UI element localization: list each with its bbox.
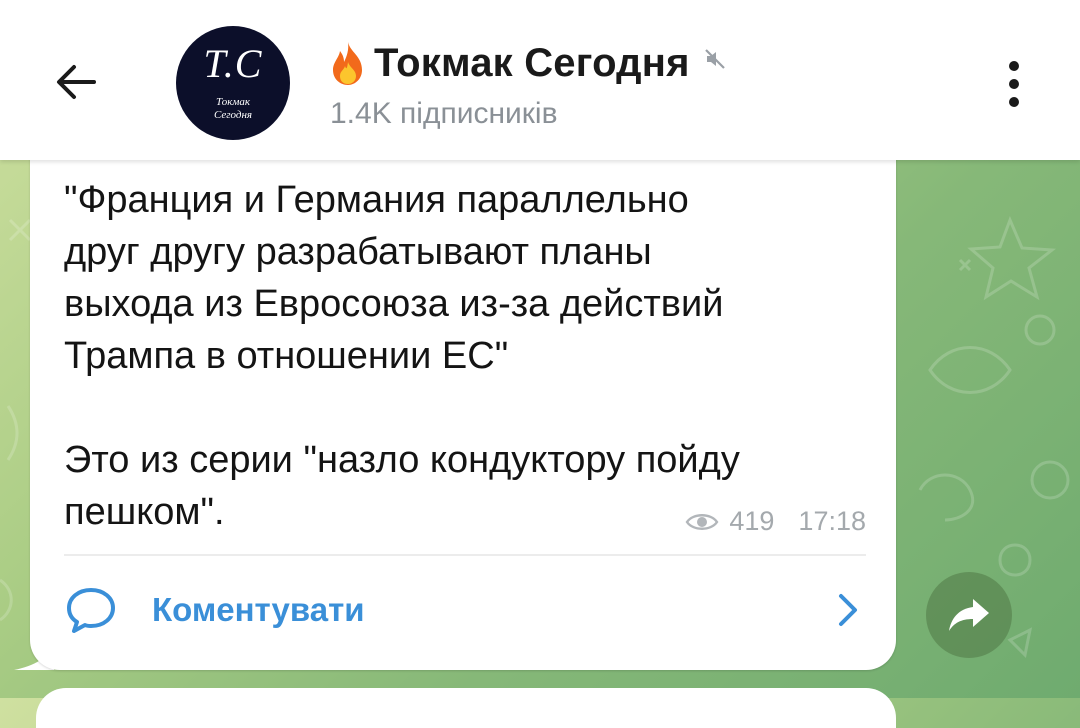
back-arrow-icon: [57, 65, 96, 99]
view-count: 419: [729, 506, 775, 536]
eye-icon: [685, 513, 719, 530]
avatar-caption-line1: Токмак: [215, 96, 251, 108]
share-forward-icon: [949, 599, 989, 631]
comment-label: Коментувати: [152, 591, 365, 628]
message-bubble[interactable]: "Франция и Германия параллельно друг дру…: [30, 150, 896, 670]
channel-avatar[interactable]: T.C Токмак Сегодня: [176, 26, 290, 140]
chevron-right-icon: [839, 594, 857, 626]
subscriber-count: 1.4K підписників: [330, 97, 558, 130]
more-menu-button[interactable]: [990, 52, 1038, 116]
next-message-bubble: [36, 688, 896, 728]
fire-icon: [333, 42, 362, 85]
more-vertical-icon-dot: [1009, 97, 1019, 107]
message-time: 17:18: [798, 506, 866, 536]
avatar-monogram: T.C: [203, 41, 263, 86]
comment-button[interactable]: Коментувати: [64, 578, 866, 642]
back-button[interactable]: [44, 50, 108, 114]
more-vertical-icon-dot: [1009, 79, 1019, 89]
message-text: "Франция и Германия параллельно друг дру…: [64, 179, 740, 533]
avatar-caption-line2: Сегодня: [213, 109, 253, 121]
more-vertical-icon: [1009, 61, 1019, 71]
chat-header: T.C Токмак Сегодня Токмак Сегодня 1.4K п…: [0, 0, 1080, 160]
share-button[interactable]: [926, 572, 1012, 658]
channel-title: Токмак Сегодня: [374, 40, 690, 85]
message-meta: 419 17:18: [685, 506, 866, 537]
comment-divider: [64, 554, 866, 556]
avatar-caption: Токмак Сегодня: [176, 96, 290, 122]
comment-bubble-icon: [67, 588, 115, 633]
muted-speaker-icon: [704, 49, 725, 69]
channel-title-row[interactable]: Токмак Сегодня: [328, 38, 726, 88]
